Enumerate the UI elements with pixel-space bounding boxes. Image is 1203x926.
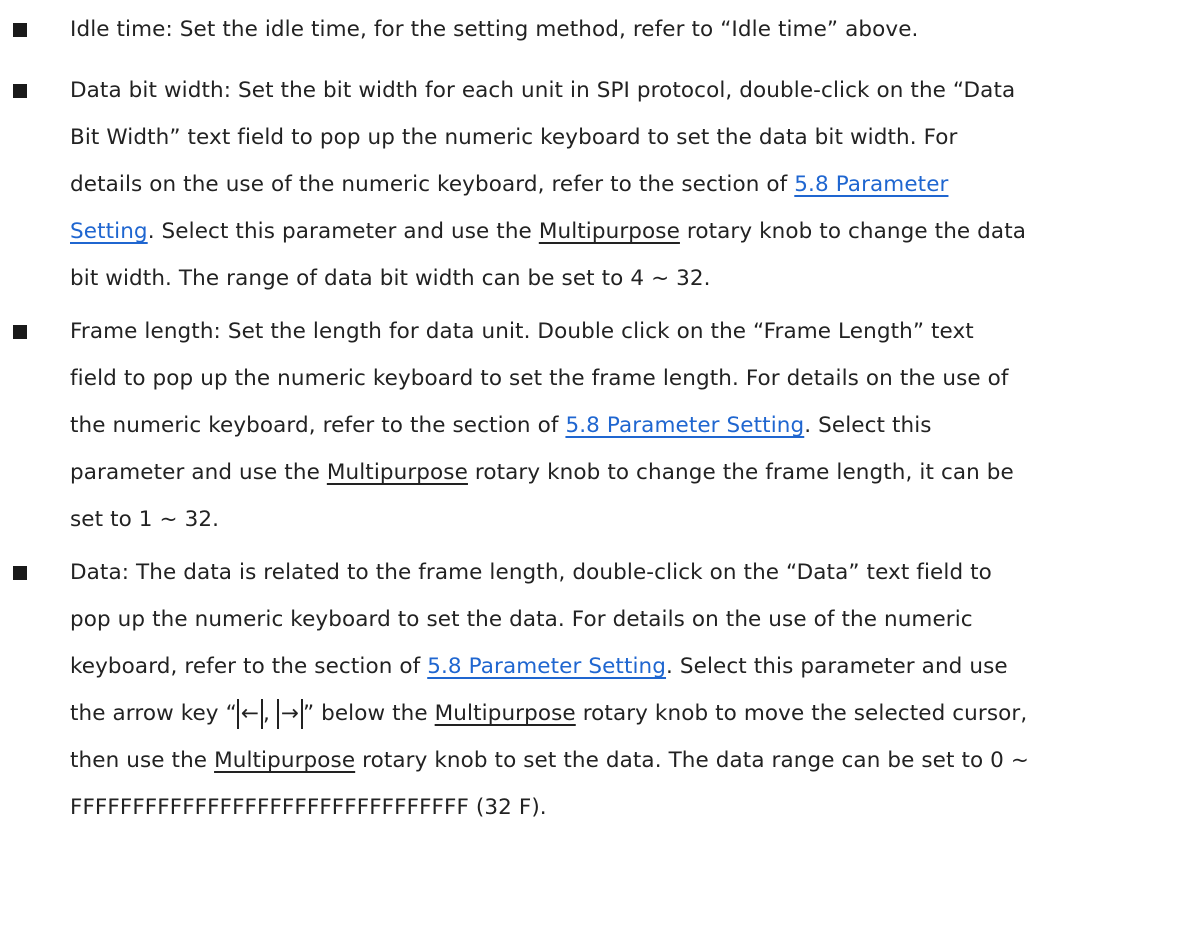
parameter-setting-link[interactable]: Setting xyxy=(70,219,148,244)
text-run: ” below the xyxy=(302,701,435,726)
text-run: Data bit width: Set the bit width for ea… xyxy=(70,78,1016,103)
text-line: set to 1 ~ 32. xyxy=(70,505,219,535)
multipurpose-knob-term: Multipurpose xyxy=(538,219,680,244)
text-line: Idle time: Set the idle time, for the se… xyxy=(70,15,918,45)
text-run: . Select this xyxy=(804,413,932,438)
text-line: then use the Multipurpose rotary knob to… xyxy=(70,746,1029,776)
text-line: Bit Width” text field to pop up the nume… xyxy=(70,123,958,153)
text-run: Idle time: Set the idle time, for the se… xyxy=(70,17,919,42)
text-run: bit width. The range of data bit width c… xyxy=(70,266,711,291)
text-line: FFFFFFFFFFFFFFFFFFFFFFFFFFFFFFFF (32 F). xyxy=(70,793,547,823)
square-bullet-icon xyxy=(13,566,27,580)
text-run: Frame length: Set the length for data un… xyxy=(70,319,974,344)
text-run: rotary knob to change the data xyxy=(679,219,1027,244)
text-line: the arrow key “←, →” below the Multipurp… xyxy=(70,699,1027,729)
text-line: Setting. Select this parameter and use t… xyxy=(70,217,1026,247)
text-line: keyboard, refer to the section of 5.8 Pa… xyxy=(70,652,1008,682)
text-run: the arrow key “ xyxy=(70,701,237,726)
text-line: details on the use of the numeric keyboa… xyxy=(70,170,948,200)
text-line: Data bit width: Set the bit width for ea… xyxy=(70,76,1015,106)
text-line: the numeric keyboard, refer to the secti… xyxy=(70,411,932,441)
parameter-setting-link[interactable]: 5.8 Parameter xyxy=(794,172,948,197)
text-run: rotary knob to move the selected cursor, xyxy=(575,701,1028,726)
square-bullet-icon xyxy=(13,84,27,98)
multipurpose-knob-term: Multipurpose xyxy=(326,460,468,485)
square-bullet-icon xyxy=(13,325,27,339)
text-line: parameter and use the Multipurpose rotar… xyxy=(70,458,1014,488)
text-run: keyboard, refer to the section of xyxy=(70,654,428,679)
text-run: . Select this parameter and use xyxy=(666,654,1008,679)
text-run: the numeric keyboard, refer to the secti… xyxy=(70,413,566,438)
multipurpose-knob-term: Multipurpose xyxy=(214,748,356,773)
parameter-setting-link[interactable]: 5.8 Parameter Setting xyxy=(427,654,666,679)
text-run: Bit Width” text field to pop up the nume… xyxy=(70,125,958,150)
text-run: then use the xyxy=(70,748,215,773)
text-run: FFFFFFFFFFFFFFFFFFFFFFFFFFFFFFFF (32 F). xyxy=(70,795,547,820)
multipurpose-knob-term: Multipurpose xyxy=(434,701,576,726)
right-arrow-key-icon: → xyxy=(276,699,303,729)
text-line: Frame length: Set the length for data un… xyxy=(70,317,974,347)
text-run: Data: The data is related to the frame l… xyxy=(70,560,992,585)
text-run: rotary knob to set the data. The data ra… xyxy=(355,748,1030,773)
text-run: . Select this parameter and use the xyxy=(147,219,539,244)
text-run: field to pop up the numeric keyboard to … xyxy=(70,366,1009,391)
parameter-setting-link[interactable]: 5.8 Parameter Setting xyxy=(565,413,804,438)
text-run: , xyxy=(262,701,277,726)
text-run: pop up the numeric keyboard to set the d… xyxy=(70,607,973,632)
text-line: field to pop up the numeric keyboard to … xyxy=(70,364,1009,394)
text-run: rotary knob to change the frame length, … xyxy=(467,460,1014,485)
text-line: bit width. The range of data bit width c… xyxy=(70,264,711,294)
text-run: parameter and use the xyxy=(70,460,327,485)
text-line: pop up the numeric keyboard to set the d… xyxy=(70,605,973,635)
text-run: set to 1 ~ 32. xyxy=(70,507,220,532)
document-page: Idle time: Set the idle time, for the se… xyxy=(0,0,1203,926)
square-bullet-icon xyxy=(13,23,27,37)
text-run: details on the use of the numeric keyboa… xyxy=(70,172,795,197)
left-arrow-key-icon: ← xyxy=(236,699,263,729)
text-line: Data: The data is related to the frame l… xyxy=(70,558,992,588)
